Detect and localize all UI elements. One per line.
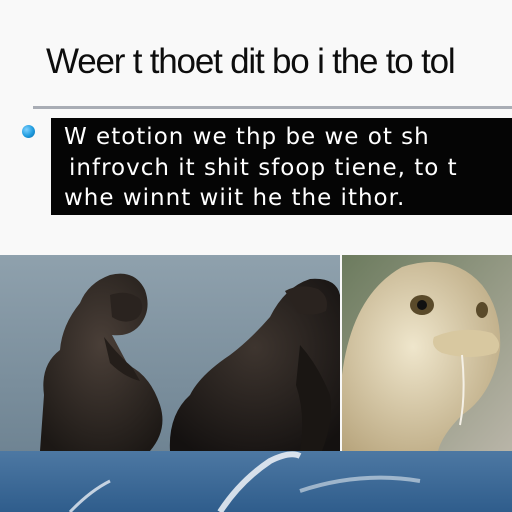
photo-strip	[0, 255, 512, 451]
bullet-line-1: W etotion we thp be we ot sh	[64, 124, 430, 150]
slide-title: Weer t thoet dit bo i the to tol	[46, 42, 456, 81]
title-divider	[33, 106, 512, 109]
bullet-dot-icon	[22, 125, 35, 138]
creature-photo	[342, 255, 512, 451]
bullet-line-2: infrovch it shit sfoop tiene, to t	[69, 155, 458, 181]
creature-image	[342, 255, 512, 451]
slide-header: Weer t thoet dit bo i the to tol W etoti…	[0, 0, 512, 255]
primate-photo	[0, 255, 340, 451]
sky-image	[0, 451, 512, 512]
primates-image	[0, 255, 340, 451]
sky-photo	[0, 451, 512, 512]
bullet-line-3: whe winnt wiit he the ithor.	[64, 185, 406, 211]
bullet-text-box: W etotion we thp be we ot sh infrovch it…	[51, 118, 512, 215]
